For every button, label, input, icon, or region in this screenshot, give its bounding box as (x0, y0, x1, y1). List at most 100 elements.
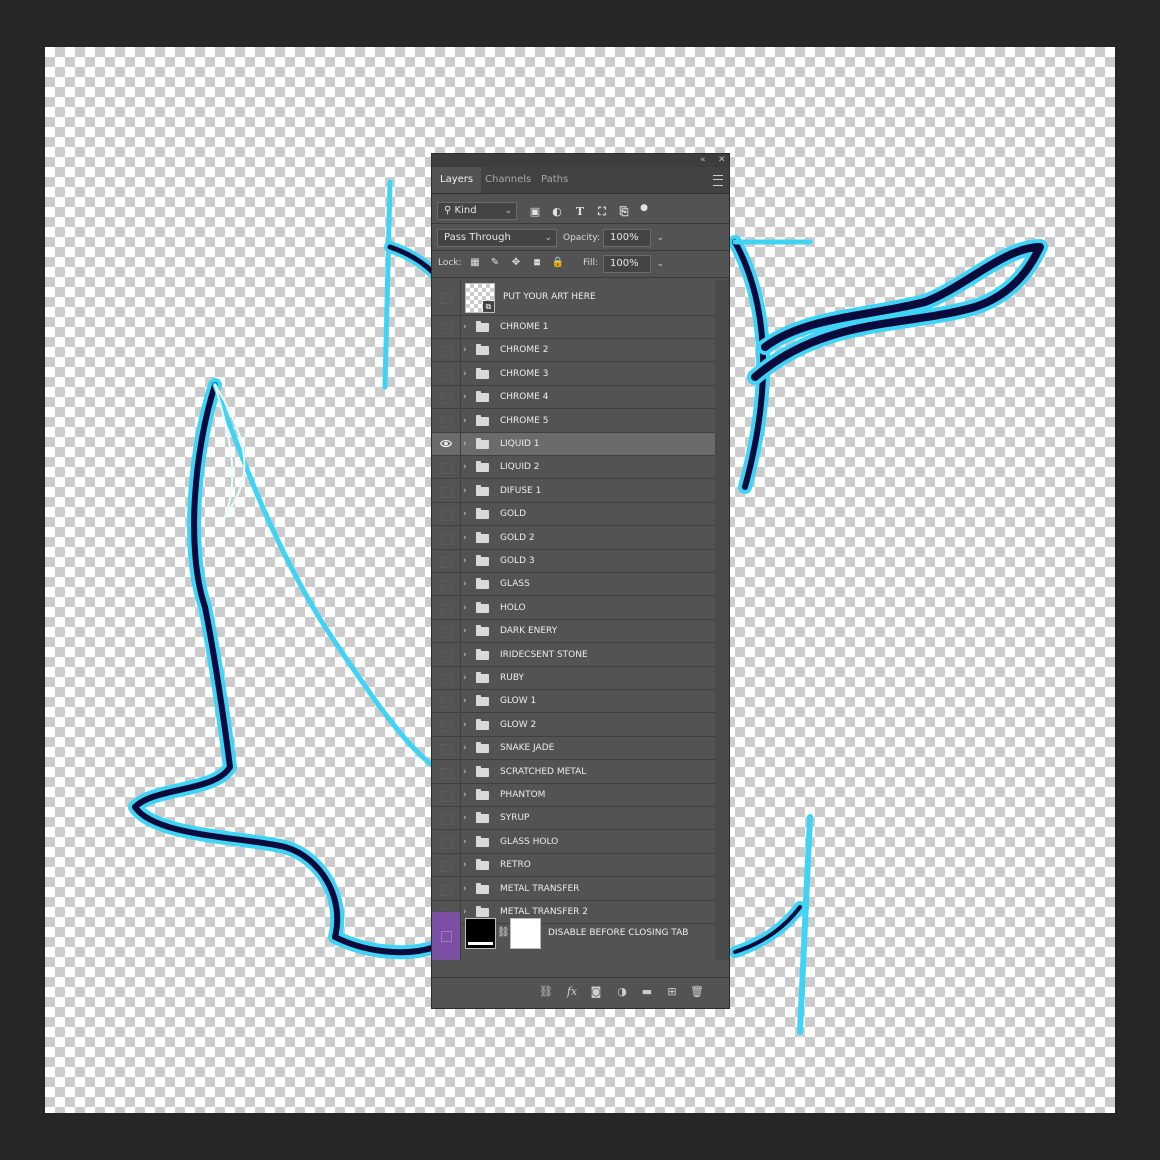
visibility-toggle[interactable] (432, 854, 461, 877)
expand-arrow-icon[interactable]: › (463, 812, 467, 824)
fill-field[interactable]: 100% ⌄ (603, 255, 664, 273)
adjustment-filter-icon[interactable]: ◐ (550, 205, 564, 219)
expand-arrow-icon[interactable]: › (463, 532, 467, 544)
layer-group[interactable]: › LIQUID 1 (432, 433, 715, 456)
expand-arrow-icon[interactable]: › (463, 461, 467, 473)
layer-group[interactable]: › DARK ENERY (432, 620, 715, 644)
smart-object-filter-icon[interactable]: ⎘ (617, 205, 631, 219)
layer-group[interactable]: › SNAKE JADE (432, 737, 715, 761)
layer-group[interactable]: › GOLD 2 (432, 526, 715, 550)
visibility-toggle[interactable] (432, 784, 461, 806)
expand-arrow-icon[interactable]: › (463, 508, 467, 520)
expand-arrow-icon[interactable]: › (463, 485, 467, 497)
expand-arrow-icon[interactable]: › (463, 415, 467, 427)
expand-arrow-icon[interactable]: › (463, 555, 467, 567)
visibility-toggle[interactable] (432, 362, 461, 385)
chevron-down-icon[interactable]: ⌄ (656, 230, 664, 246)
visibility-toggle[interactable] (432, 912, 461, 960)
visibility-toggle[interactable] (432, 456, 461, 479)
chevron-down-icon[interactable]: ⌄ (656, 256, 664, 272)
layer-group[interactable]: › GLASS (432, 573, 715, 597)
tab-paths[interactable]: Paths (533, 167, 576, 193)
layer-group[interactable]: › CHROME 3 (432, 362, 715, 386)
add-mask-icon[interactable]: ◙ (589, 985, 603, 999)
layer-group[interactable]: › RETRO (432, 854, 715, 878)
layer-group[interactable]: › CHROME 2 (432, 339, 715, 363)
expand-arrow-icon[interactable]: › (463, 719, 467, 731)
filter-kind-select[interactable]: ⚲ Kind ⌄ (437, 202, 517, 220)
collapse-icon[interactable]: « (700, 154, 706, 167)
visibility-toggle[interactable] (432, 596, 461, 619)
expand-arrow-icon[interactable]: › (463, 672, 467, 684)
visibility-toggle[interactable] (432, 760, 461, 783)
expand-arrow-icon[interactable]: › (463, 859, 467, 871)
lock-all-icon[interactable]: 🔒 (551, 256, 565, 270)
layer-group[interactable]: › IRIDECSENT STONE (432, 643, 715, 667)
expand-arrow-icon[interactable]: › (463, 344, 467, 356)
visibility-toggle[interactable] (432, 409, 461, 432)
layer-group[interactable]: › PHANTOM (432, 784, 715, 807)
layer-group[interactable]: › CHROME 5 (432, 409, 715, 433)
layer-group[interactable]: › CHROME 4 (432, 386, 715, 410)
visibility-toggle[interactable] (432, 479, 461, 502)
lock-move-icon[interactable]: ✥ (509, 256, 523, 270)
layer-group[interactable]: › GLOW 1 (432, 690, 715, 714)
layer-group[interactable]: › SCRATCHED METAL (432, 760, 715, 784)
visibility-toggle[interactable] (432, 620, 461, 643)
layer-group[interactable]: › GLASS HOLO (432, 830, 715, 854)
expand-arrow-icon[interactable]: › (463, 695, 467, 707)
visibility-toggle[interactable] (432, 830, 461, 853)
expand-arrow-icon[interactable]: › (463, 766, 467, 778)
expand-arrow-icon[interactable]: › (463, 321, 467, 333)
adjustment-layer-icon[interactable]: ◑ (615, 985, 629, 999)
tab-channels[interactable]: Channels (477, 167, 539, 193)
visibility-toggle[interactable] (432, 737, 461, 760)
expand-arrow-icon[interactable]: › (463, 438, 467, 450)
visibility-toggle[interactable] (432, 643, 461, 666)
expand-arrow-icon[interactable]: › (463, 578, 467, 590)
visibility-toggle[interactable] (432, 433, 461, 455)
lock-brush-icon[interactable]: ✎ (488, 256, 502, 270)
expand-arrow-icon[interactable]: › (463, 602, 467, 614)
layer-bottom[interactable]: ⛓ DISABLE BEFORE CLOSING TAB (432, 912, 715, 960)
opacity-field[interactable]: 100% ⌄ (603, 229, 664, 247)
visibility-toggle[interactable] (432, 877, 461, 900)
layer-group[interactable]: › LIQUID 2 (432, 456, 715, 480)
fx-icon[interactable]: fx (565, 985, 579, 999)
expand-arrow-icon[interactable]: › (463, 883, 467, 895)
type-filter-icon[interactable]: T (573, 205, 587, 219)
mask-thumbnail[interactable] (510, 918, 541, 949)
visibility-toggle[interactable] (432, 386, 461, 409)
panel-menu-icon[interactable] (713, 175, 723, 186)
layer-group[interactable]: › CHROME 1 (432, 316, 715, 339)
layer-group[interactable]: › METAL TRANSFER (432, 877, 715, 901)
lock-transparent-icon[interactable]: ▦ (468, 256, 482, 270)
pixel-filter-icon[interactable]: ▣ (528, 205, 542, 219)
layer-group[interactable]: › GOLD (432, 503, 715, 527)
trash-icon[interactable]: 🗑 (690, 985, 704, 999)
tab-layers[interactable]: Layers (432, 167, 482, 193)
visibility-toggle[interactable] (432, 690, 461, 713)
expand-arrow-icon[interactable]: › (463, 742, 467, 754)
blend-mode-select[interactable]: Pass Through ⌄ (437, 229, 557, 247)
layer-group[interactable]: › GLOW 2 (432, 713, 715, 737)
expand-arrow-icon[interactable]: › (463, 836, 467, 848)
expand-arrow-icon[interactable]: › (463, 625, 467, 637)
visibility-toggle[interactable] (432, 526, 461, 549)
visibility-toggle[interactable] (432, 280, 461, 315)
layer-group[interactable]: › GOLD 3 (432, 550, 715, 573)
expand-arrow-icon[interactable]: › (463, 789, 467, 801)
expand-arrow-icon[interactable]: › (463, 368, 467, 380)
layers-scrollbar[interactable] (715, 280, 729, 960)
filter-toggle-icon[interactable]: ● (637, 201, 651, 215)
link-layers-icon[interactable]: ⛓ (539, 985, 553, 999)
layer-group[interactable]: › DIFUSE 1 (432, 479, 715, 503)
visibility-toggle[interactable] (432, 713, 461, 736)
visibility-toggle[interactable] (432, 503, 461, 526)
expand-arrow-icon[interactable]: › (463, 391, 467, 403)
close-icon[interactable]: ✕ (718, 154, 726, 167)
visibility-toggle[interactable] (432, 550, 461, 572)
layer-top[interactable]: ⧉ PUT YOUR ART HERE (432, 280, 715, 316)
new-layer-icon[interactable]: ⊞ (665, 985, 679, 999)
visibility-toggle[interactable] (432, 573, 461, 596)
